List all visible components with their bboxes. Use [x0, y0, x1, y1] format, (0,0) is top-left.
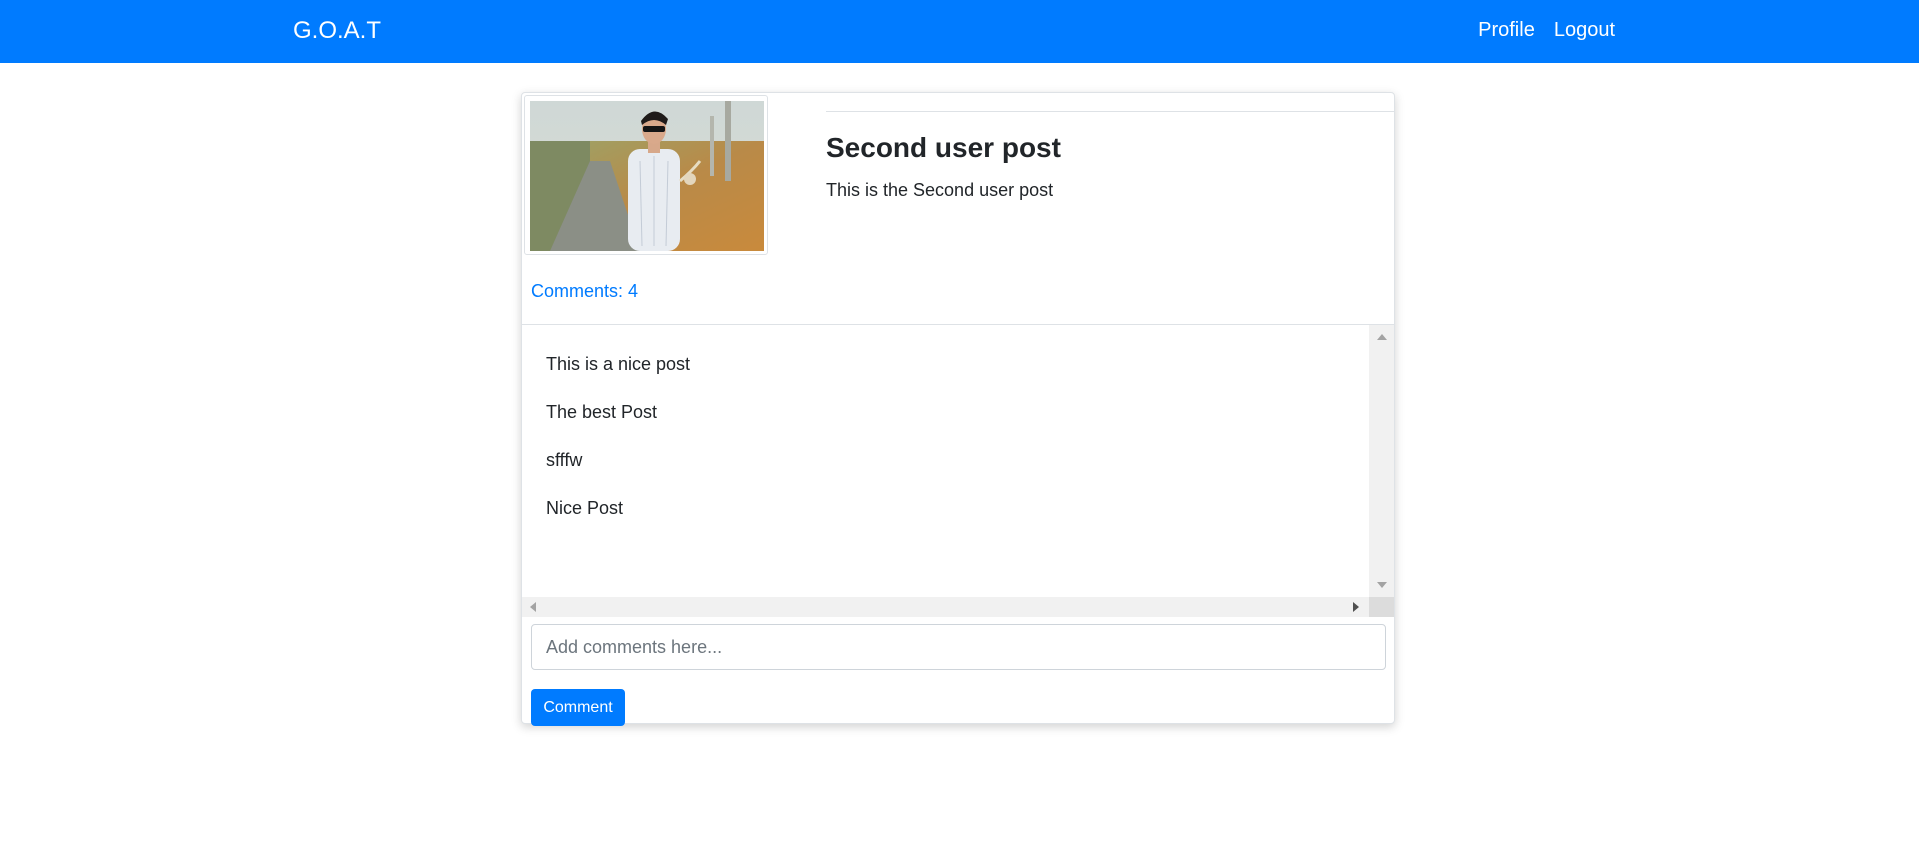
scroll-up-arrow-icon[interactable] [1377, 334, 1387, 340]
horizontal-scrollbar[interactable] [522, 597, 1369, 617]
post-divider [826, 111, 1395, 112]
post-image [530, 101, 764, 251]
post-image-frame [524, 95, 768, 255]
nav-links: Profile Logout [1478, 18, 1615, 42]
vertical-scrollbar[interactable] [1369, 325, 1394, 597]
comments-list: This is a nice post The best Post sfffw … [546, 353, 690, 545]
post-body: This is the Second user post [826, 180, 1054, 200]
comment-item: sfffw [546, 450, 583, 470]
comment-submit-button[interactable]: Comment [531, 689, 625, 726]
comments-count-link[interactable]: Comments: 4 [531, 280, 638, 302]
brand-logo[interactable]: G.O.A.T [293, 17, 381, 45]
comment-item: The best Post [546, 402, 658, 422]
comment-input[interactable] [531, 624, 1386, 670]
comment-item: Nice Post [546, 498, 624, 518]
comments-box[interactable]: This is a nice post The best Post sfffw … [522, 324, 1394, 617]
scroll-left-arrow-icon[interactable] [530, 602, 536, 612]
comment-item: This is a nice post [546, 354, 691, 374]
nav-profile-link[interactable]: Profile [1478, 18, 1535, 42]
post-title: Second user post [826, 132, 1061, 163]
scrollbar-corner [1369, 597, 1394, 617]
scroll-right-arrow-icon[interactable] [1353, 602, 1359, 612]
scroll-down-arrow-icon[interactable] [1377, 582, 1387, 588]
navbar: G.O.A.T Profile Logout [0, 0, 1919, 63]
post-card: Second user post This is the Second user… [521, 92, 1395, 726]
nav-logout-link[interactable]: Logout [1554, 18, 1615, 42]
